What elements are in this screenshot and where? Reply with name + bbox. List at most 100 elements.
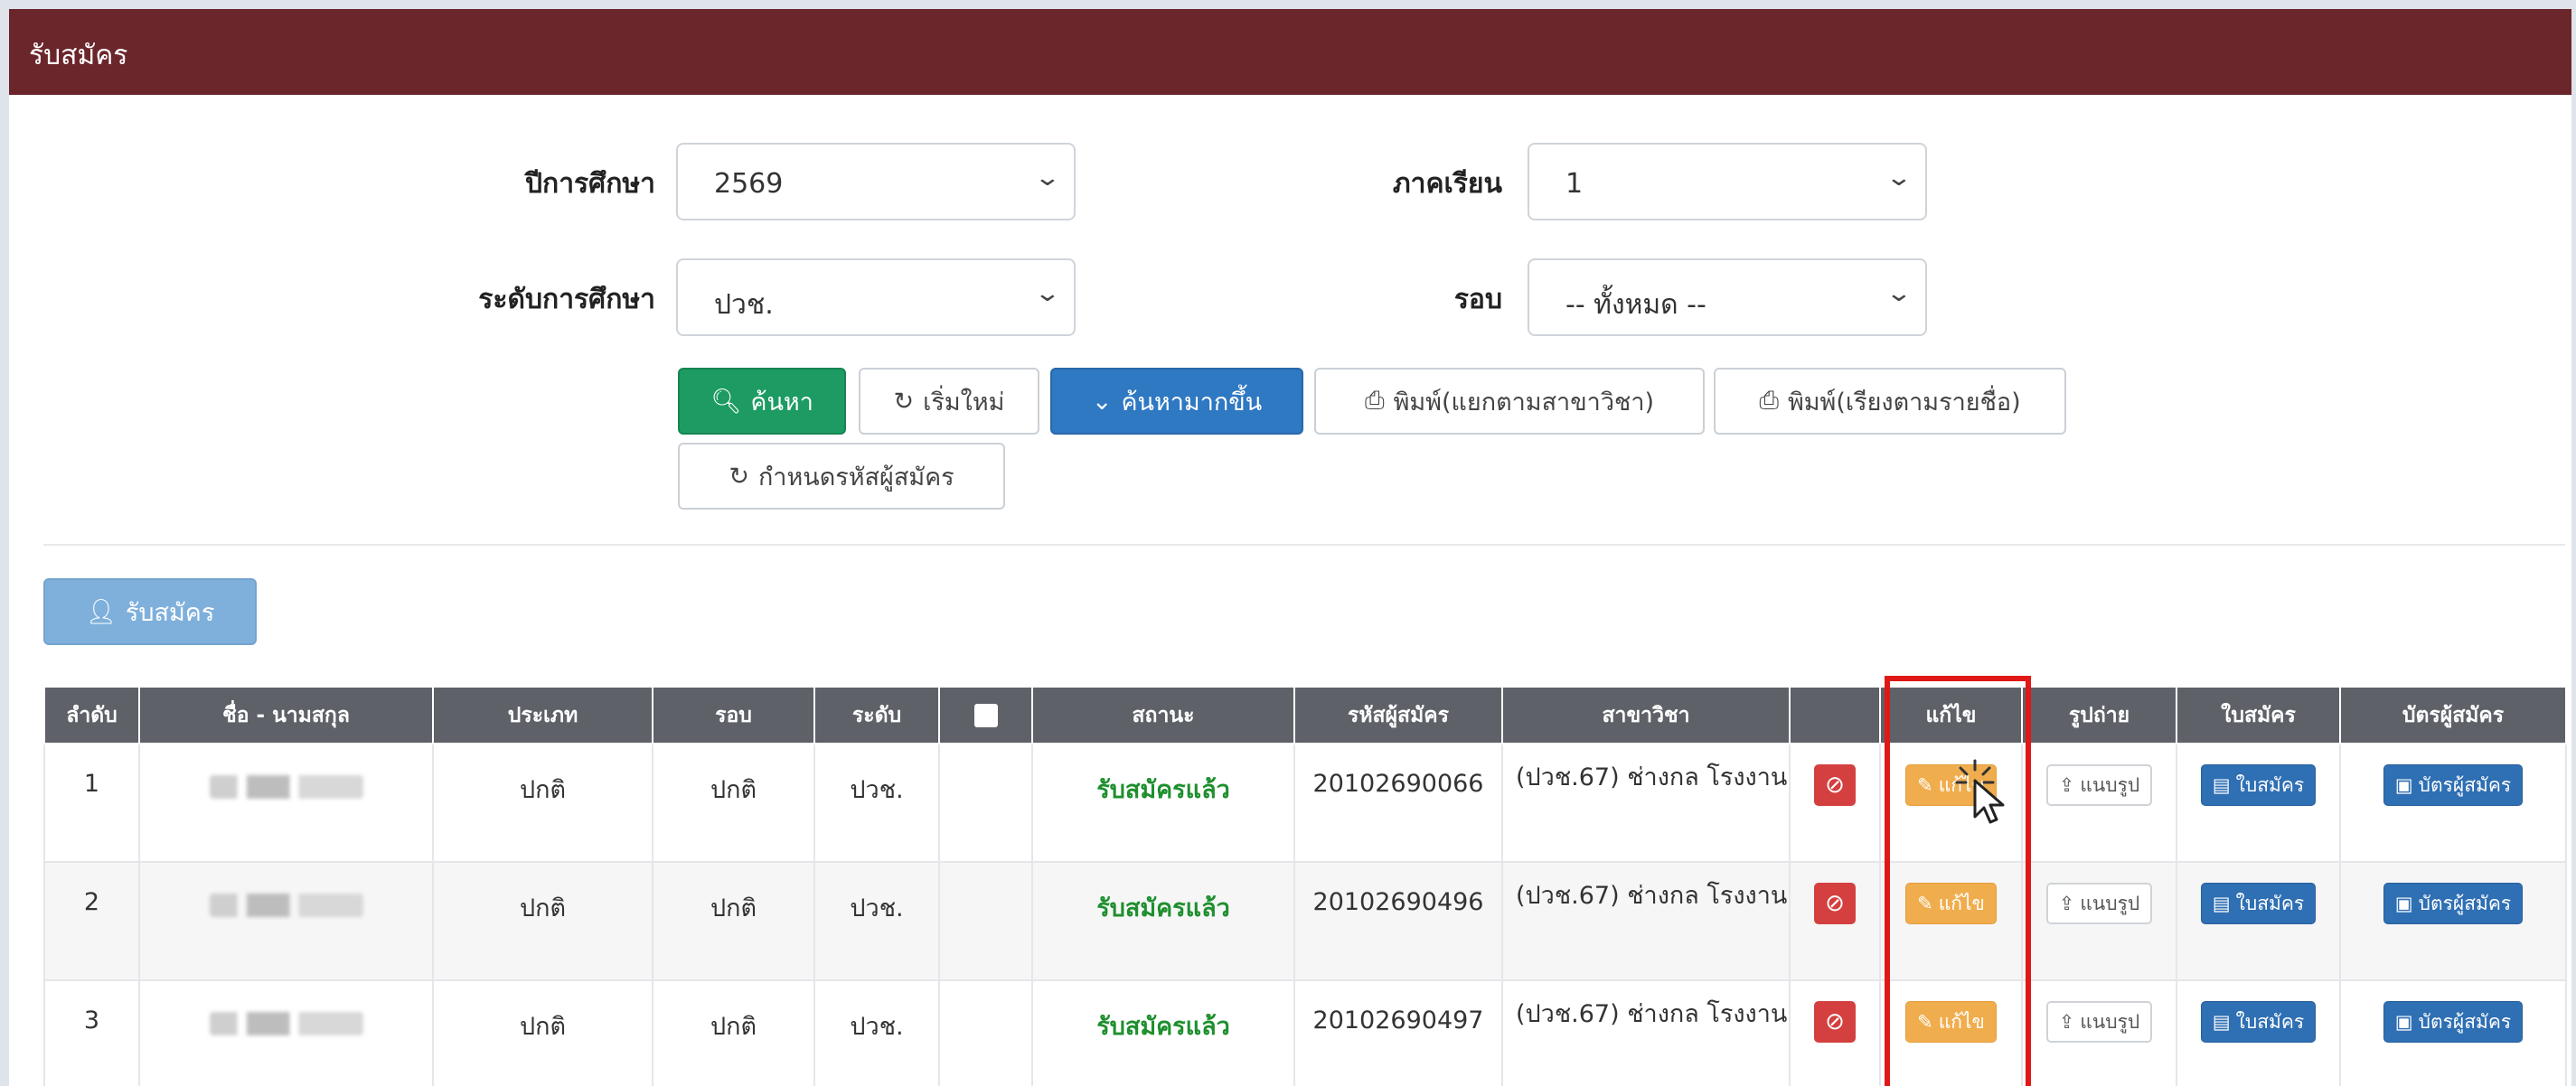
- row-code: 20102690497: [1293, 979, 1503, 1086]
- card-button[interactable]: ▣ บัตรผู้สมัคร: [2383, 764, 2524, 806]
- applicant-table: ลำดับ ชื่อ - นามสกุล ประเภท รอบ ระดับ สถ…: [43, 686, 2567, 1086]
- reset-button[interactable]: ↻ เริ่มใหม่: [859, 368, 1039, 435]
- row-photo-cell: ⇪ แนบรูป: [2021, 861, 2177, 981]
- edit-button-label: แก้ไข: [1938, 1010, 1985, 1033]
- col-header-cancel: [1789, 686, 1881, 744]
- row-card-cell: ▣ บัตรผู้สมัคร: [2339, 743, 2567, 863]
- row-level: ปวช.: [813, 743, 940, 863]
- print-by-major-label: พิมพ์(แยกตามสาขาวิชา): [1393, 388, 1655, 417]
- row-level: ปวช.: [813, 861, 940, 981]
- row-form-cell: ▤ ใบสมัคร: [2176, 743, 2341, 863]
- file-icon: ▤: [2212, 1011, 2231, 1033]
- col-header-no: ลำดับ: [43, 686, 140, 744]
- level-value: ปวช.: [714, 289, 774, 321]
- row-code: 20102690066: [1293, 743, 1503, 863]
- id-card-icon: ▣: [2394, 893, 2413, 914]
- cancel-icon[interactable]: ⊘: [1814, 883, 1856, 924]
- term-label: ภาคเรียน: [1392, 168, 1502, 200]
- page-header: รับสมัคร: [9, 9, 2571, 95]
- row-round: ปกติ: [652, 861, 815, 981]
- year-select[interactable]: 2569 ⌄: [676, 143, 1076, 220]
- print-by-major-button[interactable]: ⎙ พิมพ์(แยกตามสาขาวิชา): [1314, 368, 1705, 435]
- row-photo-cell: ⇪ แนบรูป: [2021, 979, 2177, 1086]
- row-type: ปกติ: [432, 979, 653, 1086]
- form-button[interactable]: ▤ ใบสมัคร: [2200, 883, 2317, 924]
- form-button[interactable]: ▤ ใบสมัคร: [2200, 764, 2317, 806]
- row-type: ปกติ: [432, 861, 653, 981]
- year-value: 2569: [714, 168, 784, 200]
- row-status: รับสมัครแล้ว: [1031, 979, 1295, 1086]
- print-by-name-button[interactable]: ⎙ พิมพ์(เรียงตามรายชื่อ): [1714, 368, 2066, 435]
- edit-button[interactable]: ✎ แก้ไข: [1905, 883, 1997, 924]
- cancel-icon[interactable]: ⊘: [1814, 1001, 1856, 1043]
- assign-code-label: กำหนดรหัสผู้สมัคร: [757, 463, 954, 492]
- assign-code-button[interactable]: ↻ กำหนดรหัสผู้สมัคร: [678, 443, 1005, 510]
- card-button[interactable]: ▣ บัตรผู้สมัคร: [2383, 1001, 2524, 1043]
- attach-photo-button[interactable]: ⇪ แนบรูป: [2045, 883, 2153, 924]
- row-no: 1: [43, 743, 140, 863]
- table-row: 1 ปกติ ปกติ ปวช. รับสมัครแล้ว 2010269006…: [43, 743, 2567, 863]
- attach-photo-button[interactable]: ⇪ แนบรูป: [2045, 1001, 2153, 1043]
- attach-photo-button[interactable]: ⇪ แนบรูป: [2045, 764, 2153, 806]
- row-status: รับสมัครแล้ว: [1031, 861, 1295, 981]
- edit-icon: ✎: [1917, 774, 1933, 796]
- file-icon: ▤: [2212, 774, 2231, 796]
- row-code: 20102690496: [1293, 861, 1503, 981]
- id-card-icon: ▣: [2394, 1011, 2413, 1033]
- table-header-row: ลำดับ ชื่อ - นามสกุล ประเภท รอบ ระดับ สถ…: [43, 686, 2567, 744]
- row-no: 2: [43, 861, 140, 981]
- round-select[interactable]: -- ทั้งหมด -- ⌄: [1528, 258, 1927, 336]
- row-no: 3: [43, 979, 140, 1086]
- term-select[interactable]: 1 ⌄: [1528, 143, 1927, 220]
- row-level: ปวช.: [813, 979, 940, 1086]
- col-header-type: ประเภท: [432, 686, 653, 744]
- form-button-label: ใบสมัคร: [2235, 892, 2305, 914]
- form-button-label: ใบสมัคร: [2235, 773, 2305, 796]
- divider: [43, 544, 2565, 546]
- row-name-blurred: [138, 861, 434, 981]
- refresh-icon: ↻: [893, 387, 915, 416]
- add-applicant-button[interactable]: 👤︎ รับสมัคร: [43, 578, 257, 645]
- attach-photo-label: แนบรูป: [2080, 1010, 2140, 1033]
- mouse-pointer-icon: [1955, 759, 2005, 824]
- year-label: ปีการศึกษา: [525, 168, 655, 200]
- edit-button[interactable]: ✎ แก้ไข: [1905, 1001, 1997, 1043]
- col-header-edit: แก้ไข: [1879, 686, 2023, 744]
- col-header-photo: รูปถ่าย: [2021, 686, 2177, 744]
- upload-icon: ⇪: [2058, 893, 2075, 914]
- upload-icon: ⇪: [2058, 774, 2075, 796]
- refresh-icon: ↻: [729, 462, 749, 491]
- search-button-label: ค้นหา: [750, 388, 813, 417]
- advanced-search-button[interactable]: ⌄ ค้นหามากขึ้น: [1050, 368, 1303, 435]
- col-header-form: ใบสมัคร: [2176, 686, 2341, 744]
- cancel-icon[interactable]: ⊘: [1814, 764, 1856, 806]
- row-cancel-cell: ⊘: [1789, 861, 1881, 981]
- level-label: ระดับการศึกษา: [478, 284, 655, 315]
- select-all-checkbox[interactable]: [938, 686, 1033, 744]
- col-header-status: สถานะ: [1031, 686, 1295, 744]
- edit-icon: ✎: [1917, 1011, 1933, 1033]
- row-card-cell: ▣ บัตรผู้สมัคร: [2339, 861, 2567, 981]
- card-button-label: บัตรผู้สมัคร: [2418, 773, 2512, 796]
- col-header-major: สาขาวิชา: [1501, 686, 1791, 744]
- col-header-round: รอบ: [652, 686, 815, 744]
- user-check-icon: 👤︎: [85, 598, 117, 626]
- row-name-blurred: [138, 979, 434, 1086]
- chevron-down-icon: ⌄: [1091, 387, 1113, 416]
- search-icon: 🔍︎: [710, 388, 742, 416]
- form-button[interactable]: ▤ ใบสมัคร: [2200, 1001, 2317, 1043]
- row-checkbox-cell: [938, 861, 1033, 981]
- row-form-cell: ▤ ใบสมัคร: [2176, 861, 2341, 981]
- advanced-search-label: ค้นหามากขึ้น: [1121, 388, 1263, 417]
- row-edit-cell: ✎ แก้ไข: [1879, 861, 2023, 981]
- level-select[interactable]: ปวช. ⌄: [676, 258, 1076, 336]
- edit-button-label: แก้ไข: [1938, 892, 1985, 914]
- row-cancel-cell: ⊘: [1789, 743, 1881, 863]
- edit-icon: ✎: [1917, 893, 1933, 914]
- search-button[interactable]: 🔍︎ ค้นหา: [678, 368, 846, 435]
- file-icon: ▤: [2212, 893, 2231, 914]
- row-edit-cell: ✎ แก้ไข: [1879, 979, 2023, 1086]
- row-round: ปกติ: [652, 979, 815, 1086]
- card-button[interactable]: ▣ บัตรผู้สมัคร: [2383, 883, 2524, 924]
- row-cancel-cell: ⊘: [1789, 979, 1881, 1086]
